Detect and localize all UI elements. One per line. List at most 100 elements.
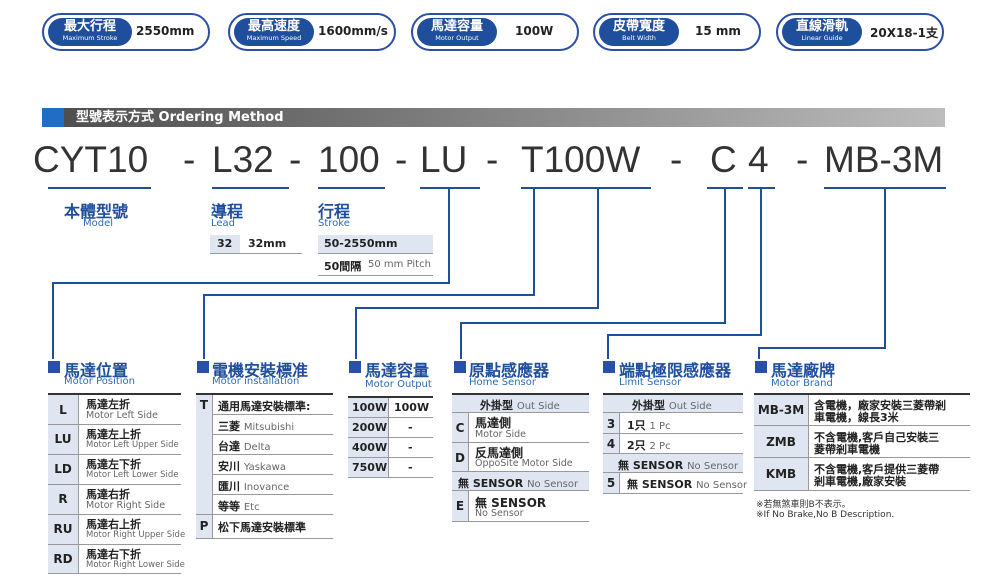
output-b: - [408,421,413,434]
brand-item: 等等 Etc [218,500,260,513]
output-a: 400W [352,441,388,454]
limit-no-sensor: 無 SENSOR No Sensor [618,459,739,472]
row-desc: 車電機，線長3米 [814,411,899,424]
spec-label: 直線滑軌 Linear Guide [782,18,862,46]
divider [48,424,181,425]
spec-label: 最高速度 Maximum Speed [234,18,314,46]
home-head: 外掛型 Out Side [480,399,560,412]
spec-value: 20X18-1支 [870,26,938,40]
connector-line [607,334,762,336]
row-code: E [455,499,465,513]
limit-head: 外掛型 Out Side [632,399,712,412]
lead-value: 32mm [248,237,287,250]
divider [452,412,589,413]
divider [212,395,213,539]
connector-line [355,307,357,359]
t-label: 通用馬達安裝標準: [218,400,311,413]
lead-heading-en: Lead [211,218,236,229]
motor-position-heading-en: Motor Position [64,376,136,387]
code-dash: - [670,139,683,180]
row-code: R [58,492,68,506]
section-marker [197,361,209,373]
divider [348,477,433,478]
row-label-en: Motor Left Side [86,410,158,421]
code-position: LU [420,139,468,180]
divider [348,457,433,458]
output-b: 100W [394,401,430,414]
connector-line [203,294,535,296]
section-marker [48,361,60,373]
ordering-method-accent [42,108,64,127]
spec-label: 最大行程 Maximum Stroke [48,18,132,46]
limit-row: 1只 1 Pc [627,419,671,432]
divider [388,398,389,478]
divider [619,473,620,493]
row-code: LU [54,432,72,446]
divider [48,454,181,455]
spec-motor-output: 馬達容量 Motor Output 100W [411,13,579,51]
table-top-rule [196,393,333,395]
code-stroke: 100 [318,139,380,180]
code-limit: 4 [748,139,769,180]
divider [603,433,743,434]
output-b: - [408,461,413,474]
connector-line [52,282,450,284]
code-dash: - [796,139,809,180]
divider [48,484,181,485]
brand-item: 匯川 Inovance [218,480,290,493]
divider [452,442,589,443]
divider [318,253,433,254]
connector-line [533,189,535,296]
connector-line [203,294,205,359]
limit-five: 無 SENSOR No Sensor [627,478,748,491]
row-code: C [455,421,465,435]
brand-item: 台達 Delta [218,440,271,453]
output-b: - [408,441,413,454]
home-no-sensor: 無 SENSOR No Sensor [458,477,579,490]
connector-line [758,347,760,359]
motor-output-heading: 馬達容量 [365,361,430,380]
connector-line [460,322,726,324]
underline [318,187,385,189]
row-label-en: OppoSite Motor Side [475,458,573,469]
spec-value: 100W [515,24,554,38]
row-code: MB-3M [757,403,805,417]
stroke-range: 50-2550mm [324,237,398,250]
brand-item: 三菱 Mitsubishi [218,420,295,433]
row-desc: 剎車電機,廠家安裝 [814,475,907,488]
row-label-en: Motor Right Upper Side [86,530,186,540]
divider [452,490,589,491]
connector-line [884,189,886,349]
t-code: T [199,398,209,412]
row-code: ZMB [766,435,796,449]
connector-line [460,322,462,359]
stroke-interval: 50間隔 [324,260,362,273]
divider [468,491,469,521]
code-dash: - [486,139,499,180]
divider [212,434,333,435]
divider [196,538,333,539]
code-model: CYT10 [33,139,149,180]
underline [521,187,651,189]
p-label: 松下馬達安裝標準 [218,521,306,534]
limit-sensor-heading-en: Limit Sensor [619,377,682,388]
spec-linear-guide: 直線滑軌 Linear Guide 20X18-1支 [776,13,944,51]
row-code: 4 [606,437,616,451]
brake-note-en: ※If No Brake,No B Description. [756,510,895,520]
code-installation: T100W [521,139,641,180]
divider [808,395,809,490]
divider [603,472,743,473]
connector-line [607,334,609,359]
row-code: RU [53,522,73,536]
divider [48,544,181,545]
spec-max-stroke: 最大行程 Maximum Stroke 2550mm [42,13,210,51]
row-desc: 菱帶剎車電機 [814,443,880,456]
spec-value: 15 mm [695,24,741,38]
divider [48,573,181,574]
row-label-en: Motor Left Upper Side [86,440,179,450]
model-heading-en: Model [83,218,114,229]
connector-line [52,282,54,359]
connector-line [758,347,886,349]
brake-note: ※若無煞車則B不表示。 [756,500,851,510]
underline [48,187,151,189]
